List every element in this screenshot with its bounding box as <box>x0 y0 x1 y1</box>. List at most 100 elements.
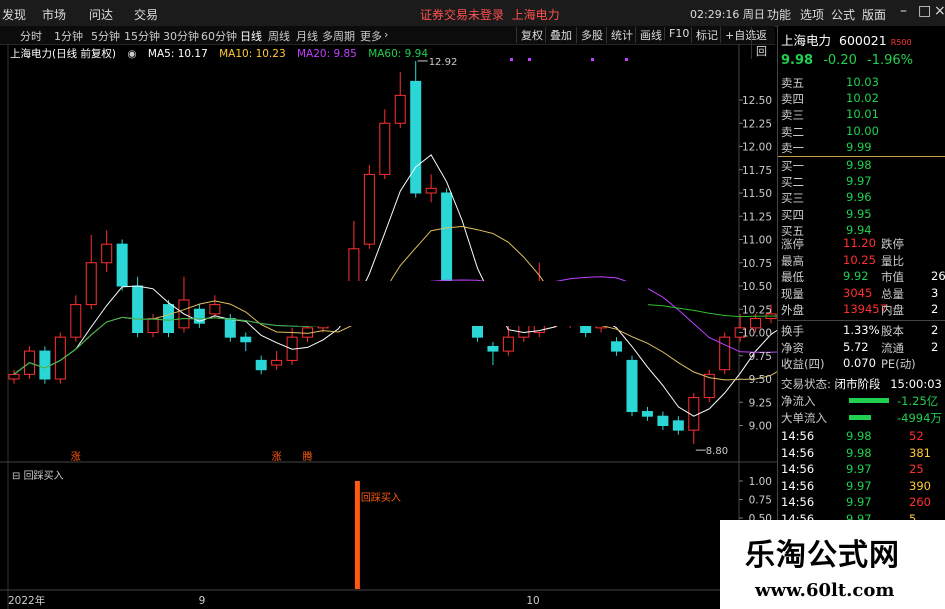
signal-bar <box>354 481 360 589</box>
bid-label: 买四 <box>781 207 804 222</box>
tick-price: 9.97 <box>846 495 872 509</box>
period-monthly[interactable]: 月线 <box>296 28 318 44</box>
orderbook-divider <box>778 156 945 157</box>
period-weekly[interactable]: 周线 <box>268 28 290 44</box>
signal-bar-label: 回踩买入 <box>361 492 401 504</box>
menu-function[interactable]: 功能 <box>767 6 791 23</box>
stat-label: 外盘 <box>781 303 804 317</box>
menu-market[interactable]: 市场 <box>42 6 66 23</box>
stat-label-2: 跌停 <box>881 237 904 251</box>
indicator-row: 上海电力(日线 前复权) ◉ MA5: 10.17 MA10: 10.23 MA… <box>10 46 436 60</box>
netflow-label: 净流入 <box>781 394 816 408</box>
bid-price: 9.98 <box>846 158 872 172</box>
stat-label: 最高 <box>781 253 804 268</box>
period-60min[interactable]: 60分钟 <box>201 28 237 44</box>
trade-time: 15:00:03 <box>890 377 942 391</box>
price-axis-label: 11.75 <box>742 165 772 177</box>
price-axis-label: 10.00 <box>742 328 772 340</box>
event-marker: 涨 <box>272 451 282 463</box>
menu-options[interactable]: 选项 <box>800 6 824 23</box>
price-axis-label: 11.50 <box>742 188 772 200</box>
overlay-block <box>298 281 648 326</box>
stat-label-2: 量比 <box>881 253 904 268</box>
low-label: 8.80 <box>706 446 728 457</box>
chevron-right-icon[interactable]: › <box>384 28 388 41</box>
candle-body <box>410 80 422 194</box>
signal-dot <box>591 58 594 61</box>
stat-value-2: 26 <box>931 269 945 283</box>
sub-axis-label: 0.75 <box>749 495 772 507</box>
candle-body <box>502 336 514 352</box>
menu-discover[interactable]: 发现 <box>2 6 26 23</box>
ma20-value: MA20: 9.85 <box>296 48 357 60</box>
tick-price: 9.98 <box>846 429 872 443</box>
maximize-icon[interactable]: □ <box>918 3 931 19</box>
tick-time: 14:56 <box>781 445 815 460</box>
stat-value: 3045 <box>843 285 873 300</box>
stat-value: 11.20 <box>843 236 876 250</box>
event-marker: 腾 <box>303 450 313 463</box>
signal-dot <box>625 58 628 61</box>
btn-overlay[interactable]: 叠加 <box>545 27 572 43</box>
stat-value-2: 3 <box>931 285 939 300</box>
sub-panel-collapse-icon[interactable]: ⊟ <box>12 471 20 482</box>
ma5-value: MA5: 10.17 <box>147 48 208 60</box>
btn-restore-right[interactable]: 复权 <box>516 27 543 43</box>
candle-body <box>641 411 653 417</box>
chart-title: 上海电力(日线 前复权) <box>10 48 117 60</box>
period-toolbar: 分时 1分钟 5分钟 15分钟 30分钟 60分钟 日线 周线 月线 多周期 更… <box>0 26 775 59</box>
period-multi[interactable]: 多周期 <box>322 28 355 44</box>
stat-label: 收益(四) <box>781 357 825 371</box>
period-30min[interactable]: 30分钟 <box>163 28 199 44</box>
btn-draw-line[interactable]: 画线 <box>635 27 662 43</box>
candle-body <box>611 341 623 352</box>
menu-layout[interactable]: 版面 <box>862 6 886 23</box>
ask-price: 9.99 <box>846 139 872 154</box>
event-marker: 涨 <box>71 451 81 463</box>
period-more[interactable]: 更多 <box>360 28 382 44</box>
period-intraday[interactable]: 分时 <box>20 28 42 44</box>
stat-value-2: 2 <box>931 339 939 354</box>
price-axis-label: 12.00 <box>742 142 772 154</box>
stat-label: 涨停 <box>781 237 804 251</box>
price-axis-label: 9.75 <box>749 351 772 363</box>
minimize-icon[interactable]: – <box>900 3 907 19</box>
menu-ask[interactable]: 问达 <box>89 6 113 23</box>
trade-state: 闭市阶段 <box>834 377 881 391</box>
stat-value: 5.72 <box>843 339 869 354</box>
price-axis-label: 12.50 <box>742 95 772 107</box>
btn-f10[interactable]: F10 <box>664 27 689 40</box>
candle-body <box>8 373 20 380</box>
ask-label: 卖一 <box>781 140 804 155</box>
login-status[interactable]: 证券交易未登录 上海电力 <box>420 6 560 23</box>
tick-volume: 52 <box>909 429 924 443</box>
menu-trade[interactable]: 交易 <box>134 6 158 23</box>
menu-formula[interactable]: 公式 <box>831 6 855 23</box>
candle-body <box>626 359 638 413</box>
candle-body <box>271 359 283 366</box>
tick-volume: 381 <box>909 445 931 460</box>
price-axis-label: 9.25 <box>749 397 772 409</box>
quote-change: -0.20 <box>823 53 857 68</box>
ask-price: 10.01 <box>846 107 879 122</box>
btn-multi-stock[interactable]: 多股 <box>576 27 603 43</box>
quote-name: 上海电力 <box>781 33 832 48</box>
eye-icon[interactable]: ◉ <box>127 48 136 60</box>
period-1min[interactable]: 1分钟 <box>54 28 83 44</box>
time-axis-label: 10 <box>526 595 539 607</box>
period-5min[interactable]: 5分钟 <box>91 28 120 44</box>
candle-body <box>255 359 267 371</box>
bigflow-label: 大单流入 <box>781 411 827 425</box>
btn-stats[interactable]: 统计 <box>606 27 633 43</box>
sub-axis-label: 1.00 <box>749 476 772 488</box>
close-icon[interactable]: × <box>934 3 945 19</box>
btn-mark[interactable]: 标记 <box>691 27 718 43</box>
ask-label: 卖三 <box>781 108 804 123</box>
period-15min[interactable]: 15分钟 <box>124 28 160 44</box>
stat-label: 现量 <box>781 286 804 301</box>
netflow-bar <box>849 398 889 403</box>
kline-chart[interactable]: 12.50 12.25 12.00 11.75 11.50 11.25 11.00 10.75… <box>0 44 777 609</box>
candle-body <box>70 304 82 338</box>
quote-price: 9.98 <box>781 53 814 68</box>
period-daily[interactable]: 日线 <box>240 28 262 44</box>
